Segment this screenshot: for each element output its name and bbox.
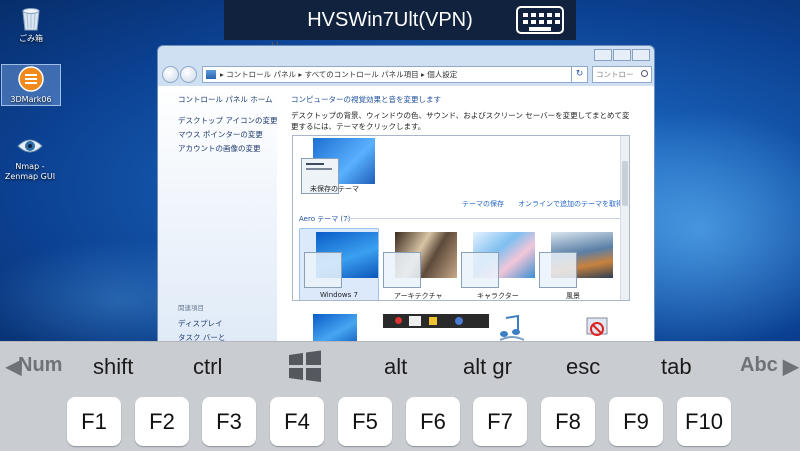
abc-right-arrow-icon[interactable]: ▶ [783, 354, 798, 379]
tab-key[interactable]: tab [661, 354, 692, 380]
f3-key[interactable]: F3 [202, 397, 256, 446]
back-button[interactable] [162, 65, 179, 83]
gallery-scrollbar[interactable] [620, 136, 629, 300]
alt-key[interactable]: alt [384, 354, 407, 380]
breadcrumb-control-panel[interactable]: コントロール パネル [226, 69, 296, 80]
f1-key[interactable]: F1 [67, 397, 121, 446]
section-divider [345, 218, 621, 219]
f8-key[interactable]: F8 [541, 397, 595, 446]
minimize-button[interactable] [594, 49, 612, 61]
link-desktop-icons[interactable]: デスクトップ アイコンの変更 [178, 115, 278, 126]
settings-row [277, 311, 654, 344]
personalization-window: ▸ コントロール パネル ▸ すべてのコントロール パネル項目 ▸ 個人設定 ↻… [157, 45, 655, 345]
search-input[interactable]: コントロー [592, 65, 652, 83]
desktop-icon-label: ごみ箱 [19, 34, 43, 43]
theme-windows7[interactable] [304, 232, 378, 288]
refresh-icon[interactable]: ↻ [572, 65, 588, 83]
breadcrumb-separator: ▸ [296, 69, 305, 79]
keyboard-icon[interactable] [516, 6, 564, 34]
windows-logo-icon[interactable] [288, 350, 322, 382]
f5-key[interactable]: F5 [338, 397, 392, 446]
nmap-eye-icon [17, 139, 43, 153]
theme-label: Windows 7 [320, 291, 358, 299]
search-placeholder: コントロー [596, 69, 634, 79]
address-bar[interactable]: ▸ コントロール パネル ▸ すべてのコントロール パネル項目 ▸ 個人設定 [202, 65, 572, 83]
breadcrumb-separator: ▸ [418, 69, 428, 79]
get-online-themes-link[interactable]: オンラインで追加のテーマを取得 [518, 199, 623, 209]
esc-key[interactable]: esc [566, 354, 600, 380]
control-panel-icon [206, 69, 216, 79]
abc-key[interactable]: Abc [740, 354, 778, 377]
3dmark-icon [18, 66, 44, 92]
theme-characters[interactable] [461, 232, 535, 288]
modifier-row: ◀ Num shift ctrl alt alt gr esc tab Abc … [0, 342, 800, 388]
theme-label: 未保存のテーマ [310, 185, 359, 193]
task-pane: コントロール パネル ホーム デスクトップ アイコンの変更 マウス ポインターの… [158, 86, 278, 344]
f7-key[interactable]: F7 [473, 397, 527, 446]
link-mouse-pointers[interactable]: マウス ポインターの変更 [178, 129, 263, 140]
f9-key[interactable]: F9 [609, 397, 663, 446]
forward-button[interactable] [180, 65, 197, 83]
desktop-icon-3dmark06[interactable]: 3DMark06 [1, 64, 61, 106]
link-display[interactable]: ディスプレイ [178, 318, 222, 329]
theme-label: アーキテクチャ [394, 292, 443, 300]
shift-key[interactable]: shift [93, 354, 133, 380]
window-titlebar[interactable] [158, 46, 654, 64]
session-title: HVSWin7Ult(VPN) [307, 8, 473, 31]
theme-gallery: 未保存のテーマ テーマの保存 オンラインで追加のテーマを取得 Aero テーマ … [292, 135, 630, 301]
page-heading: コンピューターの視覚効果と音を変更します [291, 95, 441, 104]
remote-session-bar: HVSWin7Ult(VPN) [224, 0, 576, 40]
page-description: デスクトップの背景、ウィンドウの色、サウンド、およびスクリーン セーバーを変更し… [291, 111, 630, 131]
see-also-title: 関連項目 [178, 304, 204, 312]
desktop-icon-recycle-bin[interactable]: ごみ箱 [1, 4, 61, 44]
f4-key[interactable]: F4 [270, 397, 324, 446]
link-control-panel-home[interactable]: コントロール パネル ホーム [178, 94, 273, 105]
desktop-icon-nmap[interactable]: Nmap - Zenmap GUI [0, 132, 62, 182]
num-key[interactable]: Num [18, 354, 62, 377]
link-account-picture[interactable]: アカウントの画像の変更 [178, 143, 261, 154]
theme-architecture[interactable] [383, 232, 457, 288]
f10-key[interactable]: F10 [677, 397, 731, 446]
screen-saver-icon[interactable] [585, 314, 609, 344]
aero-themes-title: Aero テーマ (7) [299, 215, 351, 223]
recycle-bin-icon [22, 8, 40, 31]
alt-gr-key[interactable]: alt gr [463, 354, 512, 380]
f2-key[interactable]: F2 [135, 397, 189, 446]
window-color-icon[interactable] [383, 314, 489, 328]
desktop-icon-label: 3DMark06 [10, 95, 52, 104]
f6-key[interactable]: F6 [406, 397, 460, 446]
theme-label: キャラクター [477, 292, 519, 300]
save-theme-link[interactable]: テーマの保存 [462, 199, 504, 209]
search-icon [641, 69, 648, 77]
desktop-icon-label: Nmap - Zenmap GUI [4, 162, 56, 181]
content-pane: コンピューターの視覚効果と音を変更します デスクトップの背景、ウィンドウの色、サ… [277, 86, 654, 344]
theme-label: 風景 [566, 292, 580, 300]
sounds-music-note-icon[interactable] [498, 314, 526, 344]
breadcrumb-personalization[interactable]: 個人設定 [427, 69, 457, 80]
ctrl-key[interactable]: ctrl [193, 354, 222, 380]
navigation-row: ▸ コントロール パネル ▸ すべてのコントロール パネル項目 ▸ 個人設定 ↻… [162, 63, 652, 85]
maximize-button[interactable] [613, 49, 631, 61]
breadcrumb-all-items[interactable]: すべてのコントロール パネル項目 [305, 69, 419, 80]
theme-landscapes[interactable] [539, 232, 613, 288]
scrollbar-thumb[interactable] [622, 161, 628, 206]
close-button[interactable] [632, 49, 650, 61]
